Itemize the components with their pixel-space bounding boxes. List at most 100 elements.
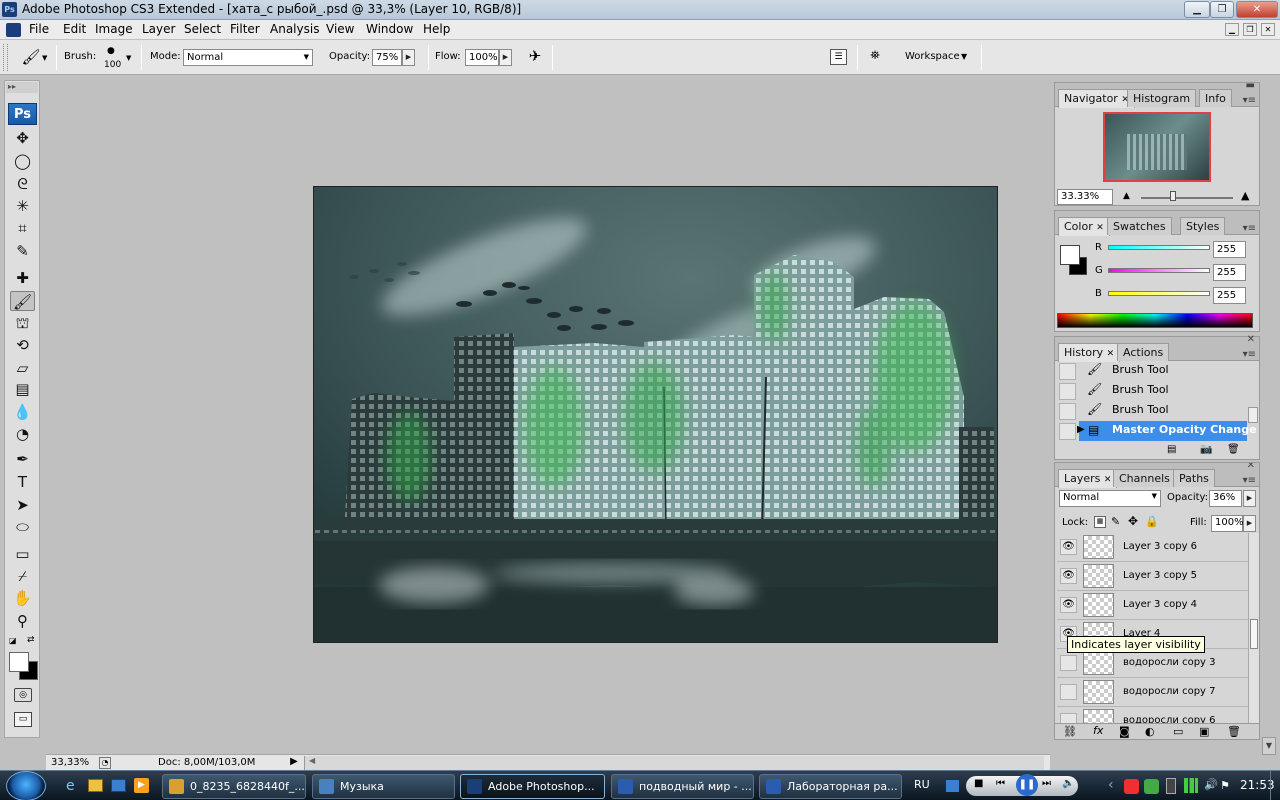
lock-all-icon[interactable]: 🔒	[1145, 515, 1159, 528]
link-layers-icon[interactable]: ⛓	[1063, 725, 1077, 738]
eye-icon[interactable]: 👁	[1060, 568, 1077, 584]
taskbar-button[interactable]: Музыка	[312, 774, 455, 799]
menu-view[interactable]: View	[326, 22, 354, 36]
doc-minimize-button[interactable]: ▁	[1225, 23, 1239, 36]
close-button[interactable]: ✕	[1236, 1, 1278, 18]
notes-tool-icon[interactable]: ▭	[10, 544, 35, 564]
layer-thumbnail[interactable]	[1083, 535, 1114, 559]
tab-actions[interactable]: Actions	[1117, 343, 1170, 361]
history-item[interactable]: 🖌 Brush Tool	[1057, 361, 1249, 381]
layer-row[interactable]: 👁 Layer 3 copy 5	[1057, 562, 1248, 591]
layer-row[interactable]: водоросли copy 3	[1057, 649, 1248, 678]
layer-thumbnail[interactable]	[1083, 680, 1114, 704]
menu-select[interactable]: Select	[184, 22, 221, 36]
new-document-from-state-icon[interactable]: ▤	[1167, 444, 1176, 455]
zoom-in-icon[interactable]: ▲	[1241, 189, 1249, 202]
adjustment-layer-icon[interactable]: ◐	[1145, 725, 1155, 738]
trash-icon[interactable]: 🗑	[1227, 444, 1240, 455]
flow-slider-button[interactable]: ▶	[499, 49, 512, 66]
scroll-left-icon[interactable]: ◀	[309, 756, 315, 765]
lock-position-icon[interactable]: ✥	[1128, 514, 1138, 528]
lock-transparency-icon[interactable]: ▦	[1094, 516, 1106, 528]
panel-close-icon[interactable]: ✕	[1247, 334, 1255, 345]
panel-menu-icon[interactable]: ▾≡	[1243, 223, 1256, 234]
show-desktop-button[interactable]	[1270, 771, 1280, 800]
layer-thumbnail[interactable]	[1083, 564, 1114, 588]
panel-menu-icon[interactable]: ▾≡	[1243, 95, 1256, 106]
blue-slider[interactable]	[1108, 291, 1210, 296]
history-scrollbar[interactable]	[1248, 407, 1258, 423]
menu-layer[interactable]: Layer	[142, 22, 175, 36]
brush-dot-icon[interactable]: ●	[107, 46, 115, 56]
taskbar-button[interactable]: Adobe Photoshop...	[460, 774, 605, 799]
tab-paths[interactable]: Paths	[1173, 469, 1215, 487]
zoom-tool-icon[interactable]: ⚲	[10, 611, 35, 631]
layer-style-fx-icon[interactable]: fx	[1093, 724, 1103, 737]
horizontal-scrollbar[interactable]: ◀	[304, 756, 1044, 770]
menu-edit[interactable]: Edit	[63, 22, 86, 36]
airbrush-icon[interactable]: ✈	[523, 47, 547, 68]
palette-well-icon[interactable]: ☰	[830, 49, 847, 65]
ie-icon[interactable]: e	[66, 778, 75, 794]
crop-tool-icon[interactable]: ⌗	[10, 218, 35, 238]
tab-info[interactable]: Info	[1199, 89, 1232, 107]
history-item[interactable]: 🖌 Brush Tool	[1057, 401, 1249, 421]
volume-icon[interactable]: 🔈	[1062, 778, 1074, 789]
red-value[interactable]: 255	[1213, 241, 1246, 258]
menu-window[interactable]: Window	[366, 22, 413, 36]
move-tool-icon[interactable]: ✥	[10, 128, 35, 148]
foreground-color-swatch[interactable]	[9, 652, 29, 672]
toolbox-grip[interactable]: ▸▸	[6, 82, 38, 93]
path-selection-icon[interactable]: ➤	[10, 495, 35, 515]
explorer-icon[interactable]	[88, 779, 103, 792]
navigator-preview[interactable]	[1103, 112, 1211, 182]
status-zoom[interactable]: 33,33%	[51, 757, 89, 768]
new-group-icon[interactable]: ▭	[1173, 725, 1183, 738]
close-icon[interactable]: ✕	[1096, 223, 1104, 233]
red-slider[interactable]	[1108, 245, 1210, 250]
tray-chevron-icon[interactable]: ‹	[1108, 777, 1114, 793]
layers-scrollbar[interactable]	[1248, 533, 1259, 723]
minimize-button[interactable]: ▁	[1184, 1, 1210, 18]
history-item[interactable]: 🖌 Brush Tool	[1057, 381, 1249, 401]
history-snapshot-box[interactable]	[1059, 363, 1076, 380]
history-brush-icon[interactable]: ⟲	[10, 335, 35, 355]
tray-security-icon[interactable]	[1144, 779, 1159, 794]
tray-antivirus-icon[interactable]	[1124, 779, 1139, 794]
swap-colors-icon[interactable]: ⇄	[27, 635, 35, 645]
pause-icon[interactable]: ❚❚	[1016, 774, 1038, 796]
opacity-field[interactable]: 75%	[372, 49, 402, 66]
brush-tool-icon[interactable]: 🖌	[10, 291, 35, 311]
menu-analysis[interactable]: Analysis	[270, 22, 319, 36]
layer-opacity-slider-button[interactable]: ▶	[1243, 490, 1256, 507]
layer-row[interactable]: водоросли copy 7	[1057, 678, 1248, 707]
status-menu-arrow-icon[interactable]: ▶	[288, 756, 300, 770]
healing-brush-icon[interactable]: ✚	[10, 268, 35, 288]
gradient-tool-icon[interactable]: ▤	[10, 379, 35, 399]
lock-image-icon[interactable]: ✎	[1111, 515, 1120, 528]
navigator-zoom-thumb[interactable]	[1170, 191, 1176, 201]
green-value[interactable]: 255	[1213, 264, 1246, 281]
layer-thumbnail[interactable]	[1083, 593, 1114, 617]
magic-wand-icon[interactable]: ✳	[10, 196, 35, 216]
status-info-icon[interactable]: ◔	[99, 757, 111, 769]
flow-field[interactable]: 100%	[465, 49, 499, 66]
navigator-zoom-field[interactable]: 33.33%	[1057, 189, 1113, 205]
document-icon[interactable]	[6, 23, 21, 37]
tab-layers[interactable]: Layers ✕	[1058, 469, 1118, 488]
tab-history[interactable]: History ✕	[1058, 343, 1121, 362]
default-colors-icon[interactable]: ◪	[9, 636, 17, 645]
screen-mode-icon[interactable]: ▭	[14, 712, 32, 727]
language-indicator[interactable]: RU	[914, 778, 930, 791]
doc-close-button[interactable]: ✕	[1261, 23, 1275, 36]
ps-logo-button[interactable]: Ps	[8, 103, 37, 125]
workspace-dropdown-icon[interactable]: ▼	[961, 52, 967, 61]
history-item-selected[interactable]: ▶ ▤ Master Opacity Change	[1057, 421, 1257, 441]
tray-battery-icon[interactable]	[1166, 778, 1176, 794]
delete-layer-icon[interactable]: 🗑	[1227, 725, 1241, 738]
quick-mask-icon[interactable]: ◎	[14, 688, 32, 702]
fill-field[interactable]: 100%	[1211, 515, 1244, 532]
green-slider[interactable]	[1108, 268, 1210, 273]
stop-icon[interactable]: ■	[974, 778, 983, 789]
taskbar-button[interactable]: Лабораторная ра...	[759, 774, 902, 799]
